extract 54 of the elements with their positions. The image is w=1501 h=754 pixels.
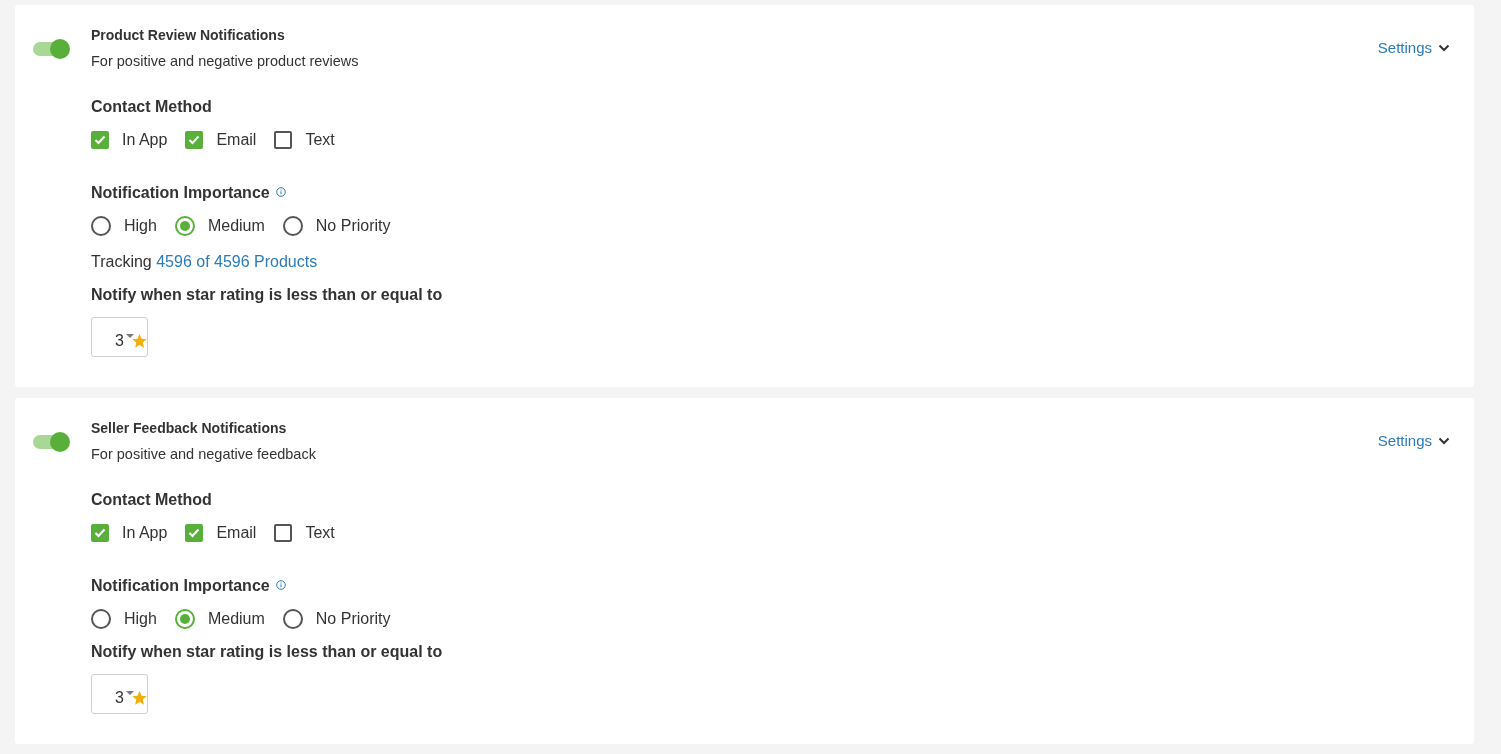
star-rating-dropdown[interactable]: 3 — [91, 317, 148, 357]
radio-label: High — [124, 216, 157, 236]
field-label: Notify when star rating is less than or equal to — [91, 642, 444, 662]
tracking-text: Tracking 4596 of 4596 Products — [91, 252, 319, 272]
section-title: Seller Feedback Notifications — [91, 419, 288, 438]
settings-link[interactable]: Settings — [1377, 38, 1450, 58]
checkbox[interactable] — [91, 131, 109, 149]
checkbox[interactable] — [185, 524, 204, 542]
checkbox[interactable] — [185, 131, 204, 149]
radio-label: No Priority — [315, 216, 391, 236]
section-title: Product Review Notifications — [91, 26, 286, 45]
radio-label: Medium — [207, 609, 265, 629]
chevron-down-icon — [1438, 44, 1450, 52]
radio-button[interactable] — [282, 609, 303, 629]
products-link[interactable]: 4596 of 4596 Products — [156, 253, 318, 270]
radio-label: No Priority — [315, 609, 391, 629]
checkbox-label: Text — [305, 523, 335, 543]
checkbox[interactable] — [91, 524, 109, 542]
checkbox-label: Email — [216, 130, 257, 150]
field-label: Notification Importance — [91, 576, 270, 596]
star-icon — [131, 690, 147, 706]
star-rating-dropdown[interactable]: 3 — [91, 674, 148, 714]
checkbox[interactable] — [274, 131, 293, 149]
info-icon[interactable] — [275, 186, 286, 197]
field-label: Notify when star rating is less than or equal to — [91, 285, 444, 305]
toggle-switch[interactable] — [33, 432, 70, 452]
radio-button[interactable] — [282, 216, 303, 236]
tick-icon — [188, 135, 201, 145]
info-icon[interactable] — [275, 579, 286, 590]
checkbox[interactable] — [274, 524, 293, 542]
radio-button[interactable] — [91, 609, 111, 629]
section-description: For positive and negative feedback — [91, 445, 316, 464]
tick-icon — [94, 135, 106, 145]
radio-button[interactable] — [174, 216, 195, 236]
settings-link[interactable]: Settings — [1377, 431, 1450, 451]
tick-icon — [94, 528, 106, 538]
checkbox-label: Email — [216, 523, 257, 543]
checkbox-label: Text — [305, 130, 335, 150]
tick-icon — [188, 528, 201, 538]
field-label: Notification Importance — [91, 183, 270, 203]
radio-label: Medium — [207, 216, 265, 236]
field-label: Contact Method — [91, 97, 213, 117]
field-label: Contact Method — [91, 490, 213, 510]
caret-down-icon — [126, 691, 134, 695]
caret-down-icon — [126, 334, 134, 338]
checkbox-label: In App — [122, 130, 168, 150]
section-description: For positive and negative product reviews — [91, 52, 359, 71]
radio-button[interactable] — [174, 609, 195, 629]
radio-button[interactable] — [91, 216, 111, 236]
radio-label: High — [124, 609, 157, 629]
star-icon — [131, 333, 147, 349]
checkbox-label: In App — [122, 523, 168, 543]
toggle-switch[interactable] — [33, 39, 70, 59]
chevron-down-icon — [1438, 437, 1450, 445]
